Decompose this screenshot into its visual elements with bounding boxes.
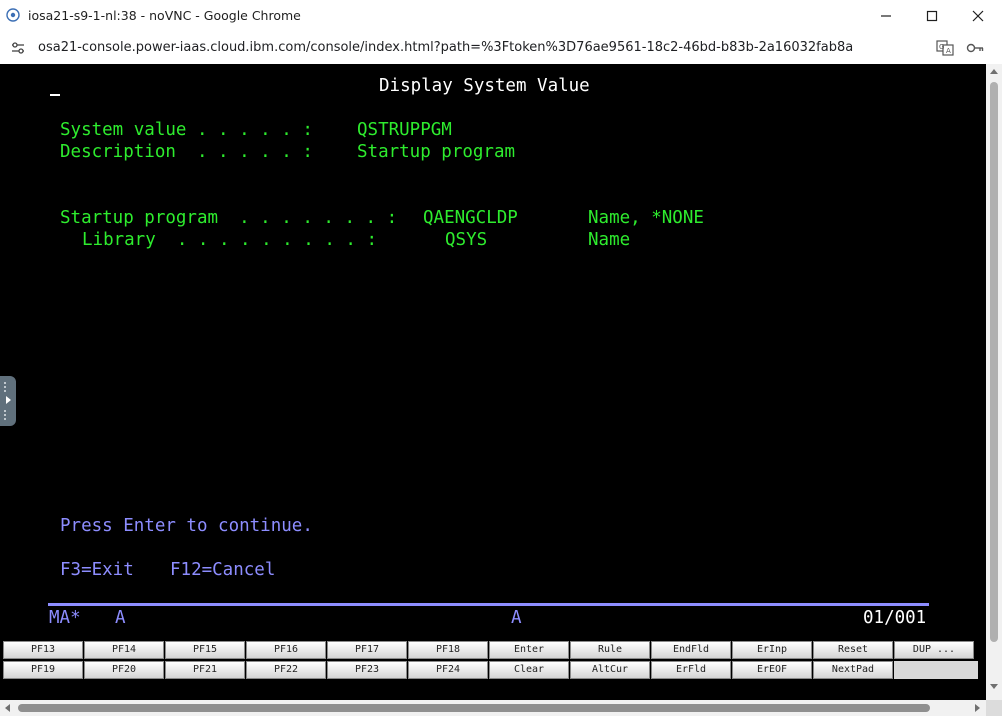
horizontal-scrollbar[interactable] [0,700,986,716]
key-ereof[interactable]: ErEOF [732,661,812,679]
key-erinp[interactable]: ErInp [732,641,812,659]
scroll-down-icon[interactable] [990,684,998,689]
key-pf14[interactable]: PF14 [84,641,164,659]
text-cursor [50,94,60,96]
vertical-scrollbar[interactable] [986,64,1002,700]
status-indicator-a-mid: A [511,608,522,628]
library-field[interactable]: QSYS [445,230,487,250]
key-pf21[interactable]: PF21 [165,661,245,679]
status-indicator-a: A [115,608,126,628]
status-indicator: MA* [49,608,81,628]
f12-cancel-key[interactable]: F12=Cancel [170,560,275,580]
description-value: Startup program [357,142,516,162]
maximize-icon[interactable] [922,6,942,26]
url-field[interactable]: osa21-console.power-iaas.cloud.ibm.com/c… [38,40,853,55]
minimize-icon[interactable] [876,6,896,26]
key-altcur[interactable]: AltCur [570,661,650,679]
vertical-scroll-thumb[interactable] [990,82,998,642]
scroll-up-icon[interactable] [990,69,998,74]
address-bar: osa21-console.power-iaas.cloud.ibm.com/c… [0,32,1002,64]
key-pf16[interactable]: PF16 [246,641,326,659]
key-pf22[interactable]: PF22 [246,661,326,679]
key-clear[interactable]: Clear [489,661,569,679]
control-bar-handle[interactable] [0,376,16,426]
scroll-left-icon[interactable] [5,704,10,712]
startup-program-hint: Name, *NONE [588,208,704,228]
scroll-right-icon[interactable] [975,704,980,712]
chevron-right-icon [6,396,11,404]
library-label: Library . . . . . . . . . : [82,230,378,250]
function-keypad: PF13 PF14 PF15 PF16 PF17 PF18 Enter Rule… [3,641,978,681]
vnc-screen[interactable]: Display System Value System value . . . … [0,64,1002,716]
key-dup[interactable]: DUP ... [894,641,974,659]
svg-text:A: A [946,47,951,55]
key-endfld[interactable]: EndFld [651,641,731,659]
tune-icon[interactable] [10,40,26,56]
close-icon[interactable] [968,6,988,26]
novnc-icon [6,8,20,22]
library-hint: Name [588,230,631,250]
startup-program-field[interactable]: QAENGCLDP [423,208,518,228]
key-pf15[interactable]: PF15 [165,641,245,659]
window-title: iosa21-s9-1-nl:38 - noVNC - Google Chrom… [28,8,301,23]
system-value: QSTRUPPGM [357,120,452,140]
key-enter[interactable]: Enter [489,641,569,659]
key-pf13[interactable]: PF13 [3,641,83,659]
key-nextpad[interactable]: NextPad [813,661,893,679]
key-pf20[interactable]: PF20 [84,661,164,679]
key-pf18[interactable]: PF18 [408,641,488,659]
status-divider [48,603,929,606]
key-reset[interactable]: Reset [813,641,893,659]
key-pf19[interactable]: PF19 [3,661,83,679]
cursor-position: 01/001 [863,608,927,628]
key-pf24[interactable]: PF24 [408,661,488,679]
startup-program-label: Startup program . . . . . . . : [60,208,398,228]
horizontal-scroll-thumb[interactable] [18,704,930,712]
translate-icon[interactable]: G A [936,40,954,56]
key-pf17[interactable]: PF17 [327,641,407,659]
window-title-bar: iosa21-s9-1-nl:38 - noVNC - Google Chrom… [0,0,1002,32]
keypad-filler [894,661,978,679]
svg-text:G: G [939,43,944,51]
key-icon[interactable] [966,40,984,56]
system-value-label: System value . . . . . : [60,120,313,140]
key-rule[interactable]: Rule [570,641,650,659]
key-erfld[interactable]: ErFld [651,661,731,679]
f3-exit-key[interactable]: F3=Exit [60,560,134,580]
continue-message: Press Enter to continue. [60,516,313,536]
key-pf23[interactable]: PF23 [327,661,407,679]
scrollbar-corner [986,700,1002,716]
description-label: Description . . . . . : [60,142,313,162]
screen-title: Display System Value [379,76,590,96]
